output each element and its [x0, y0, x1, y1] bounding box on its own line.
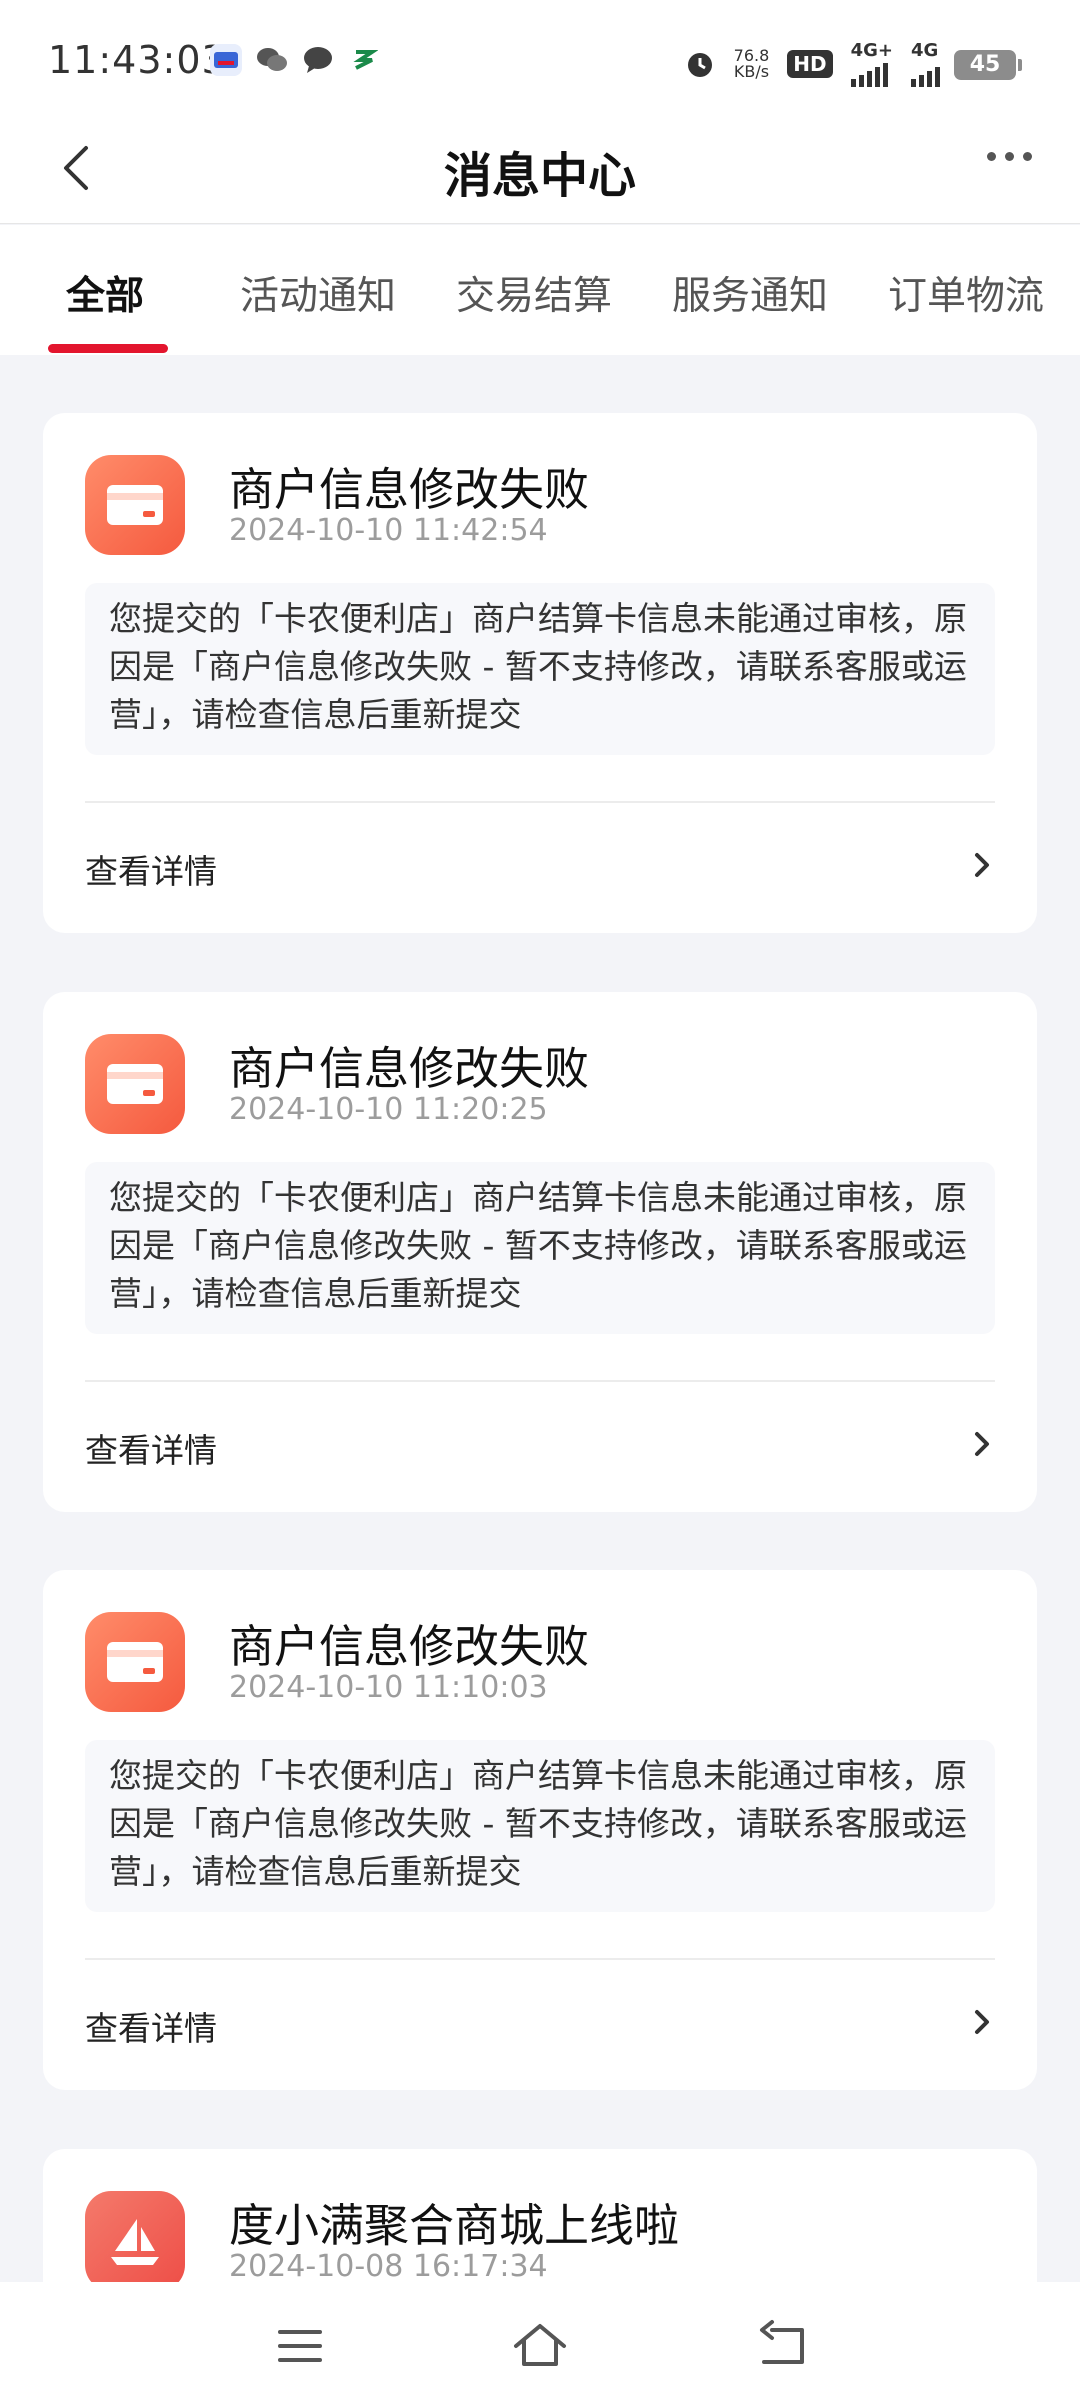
view-details-link[interactable]: 查看详情: [85, 2002, 217, 2050]
page-title: 消息中心: [443, 148, 636, 204]
message-title: 度小满聚合商城上线啦: [229, 2199, 680, 2252]
network-speed-unit: KB/s: [733, 61, 770, 81]
sailboat-icon: [85, 2191, 185, 2291]
more-options-button[interactable]: [987, 152, 1032, 161]
signal-bars-icon: [850, 61, 888, 87]
card-icon: [85, 455, 185, 555]
system-navigation-bar: [0, 2282, 1080, 2408]
message-body: 您提交的「卡农便利店」商户结算卡信息未能通过审核，原因是「商户信息修改失败 - …: [85, 1740, 995, 1912]
back-nav-button[interactable]: [752, 2316, 812, 2376]
bank-app-icon: [348, 44, 380, 76]
tab-activity-notifications[interactable]: 活动通知: [240, 265, 396, 321]
message-card[interactable]: 商户信息修改失败 2024-10-10 11:10:03 您提交的「卡农便利店」…: [43, 1570, 1037, 2090]
signal-sim2: 4G: [911, 40, 940, 87]
menu-icon: [278, 2330, 322, 2362]
chevron-right-icon[interactable]: [967, 847, 997, 883]
message-body: 您提交的「卡农便利店」商户结算卡信息未能通过审核，原因是「商户信息修改失败 - …: [85, 1162, 995, 1334]
message-body: 您提交的「卡农便利店」商户结算卡信息未能通过审核，原因是「商户信息修改失败 - …: [85, 583, 995, 755]
alarm-icon: [687, 52, 712, 77]
menu-button[interactable]: [270, 2316, 330, 2376]
active-tab-indicator: [48, 344, 168, 353]
sim1-network-label: 4G+: [850, 40, 893, 61]
view-details-link[interactable]: 查看详情: [85, 845, 217, 893]
tab-order-logistics[interactable]: 订单物流: [888, 265, 1044, 321]
card-icon: [85, 1034, 185, 1134]
message-card[interactable]: 商户信息修改失败 2024-10-10 11:42:54 您提交的「卡农便利店」…: [43, 413, 1037, 933]
card-divider: [85, 1958, 995, 1960]
more-dot-icon: [1005, 152, 1014, 161]
tab-service-notifications[interactable]: 服务通知: [672, 265, 828, 321]
status-indicators: 76.8 KB/s HD 4G+ 4G: [684, 40, 940, 87]
battery-indicator: 45: [954, 50, 1022, 80]
status-bar: 11:43:03 76.8 KB/s HD 4G+ 4G 45: [0, 0, 1080, 128]
card-icon: [85, 1612, 185, 1712]
message-card[interactable]: 商户信息修改失败 2024-10-10 11:20:25 您提交的「卡农便利店」…: [43, 992, 1037, 1512]
signal-sim1: 4G+: [850, 40, 893, 87]
message-time: 2024-10-10 11:42:54: [229, 513, 548, 548]
message-time: 2024-10-08 16:17:34: [229, 2249, 548, 2284]
wechat-icon: [256, 44, 288, 76]
message-title: 商户信息修改失败: [229, 1042, 590, 1095]
message-time: 2024-10-10 11:10:03: [229, 1670, 548, 1705]
chevron-right-icon[interactable]: [967, 2004, 997, 2040]
sim2-network-label: 4G: [911, 40, 939, 61]
message-time: 2024-10-10 11:20:25: [229, 1092, 548, 1127]
page-header: 消息中心: [0, 110, 1080, 224]
view-details-link[interactable]: 查看详情: [85, 1424, 217, 1472]
status-app-icons: [210, 44, 380, 76]
home-button[interactable]: [510, 2316, 570, 2376]
category-tabs: 全部 活动通知 交易结算 服务通知 订单物流: [0, 225, 1080, 355]
more-dot-icon: [1023, 152, 1032, 161]
app-notification-icon: [210, 44, 242, 76]
network-speed: 76.8 KB/s: [733, 47, 770, 81]
message-title: 商户信息修改失败: [229, 463, 590, 516]
status-time: 11:43:03: [48, 38, 227, 82]
more-dot-icon: [987, 152, 996, 161]
card-divider: [85, 801, 995, 803]
hd-badge: HD: [787, 49, 833, 78]
message-icon: [302, 44, 334, 76]
tab-transaction-settlement[interactable]: 交易结算: [456, 265, 612, 321]
message-title: 商户信息修改失败: [229, 1620, 590, 1673]
home-icon: [514, 2324, 566, 2366]
back-arrow-icon: [760, 2320, 804, 2364]
tab-all[interactable]: 全部: [66, 265, 144, 321]
signal-bars-icon: [911, 61, 940, 87]
card-divider: [85, 1380, 995, 1382]
chevron-right-icon[interactable]: [967, 1426, 997, 1462]
